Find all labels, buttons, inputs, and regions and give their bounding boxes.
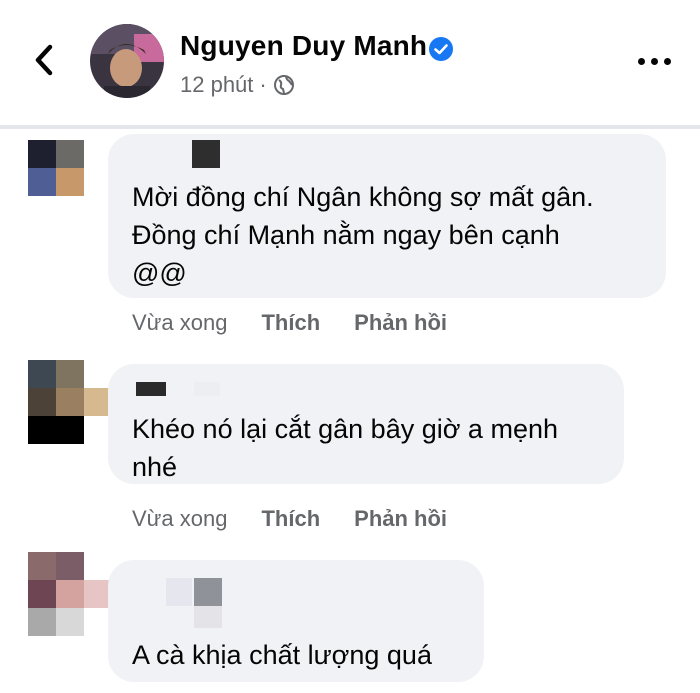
back-button[interactable] (28, 40, 60, 80)
comment-line: Đồng chí Mạnh nằm ngay bên cạnh (132, 220, 560, 250)
commenter-name-blurred-3c (194, 606, 222, 628)
verified-badge-icon (429, 37, 453, 61)
comment-line: Khéo nó lại cắt gân bây giờ a mẹnh (132, 414, 558, 444)
comment-time[interactable]: Vừa xong (132, 506, 227, 532)
comment-time[interactable]: Vừa xong (132, 310, 227, 336)
more-dot (664, 57, 671, 65)
comment-actions-1: Vừa xong Thích Phản hồi (132, 310, 447, 336)
commenter-avatar-1[interactable] (28, 140, 84, 196)
commenter-name-blurred-2b (194, 382, 220, 396)
comment-text-3: A cà khịa chất lượng quá (132, 636, 432, 674)
commenter-avatar-3[interactable] (28, 552, 112, 636)
more-dot (638, 57, 645, 65)
reply-button[interactable]: Phản hồi (354, 310, 447, 336)
author-avatar[interactable] (90, 24, 164, 98)
meta-separator: · (259, 72, 267, 97)
comment-text-1: Mời đồng chí Ngân không sợ mất gân. Đồng… (132, 178, 594, 292)
like-button[interactable]: Thích (261, 506, 320, 532)
author-name[interactable]: Nguyen Duy Manh (180, 30, 427, 62)
commenter-name-blurred-3b (194, 578, 222, 606)
header-divider (0, 125, 700, 129)
more-dot (651, 57, 658, 65)
commenter-avatar-2[interactable] (28, 360, 112, 444)
globe-icon[interactable] (273, 74, 295, 96)
comment-line: Mời đồng chí Ngân không sợ mất gân. (132, 182, 594, 212)
post-meta: 12 phút · (180, 72, 295, 98)
comment-line: @@ (132, 258, 187, 288)
commenter-name-blurred-3[interactable] (166, 578, 192, 606)
comment-actions-2: Vừa xong Thích Phản hồi (132, 506, 447, 532)
chevron-left-icon (35, 44, 53, 76)
comment-line: A cà khịa chất lượng quá (132, 640, 432, 670)
comment-line: nhé (132, 452, 178, 482)
reply-button[interactable]: Phản hồi (354, 506, 447, 532)
commenter-name-blurred-1[interactable] (192, 140, 220, 168)
more-options-button[interactable] (638, 56, 674, 66)
post-time[interactable]: 12 phút (180, 72, 253, 98)
post-header: Nguyen Duy Manh 12 phút · (0, 0, 700, 125)
comment-text-2: Khéo nó lại cắt gân bây giờ a mẹnh nhé (132, 410, 558, 486)
commenter-name-blurred-2[interactable] (136, 382, 166, 396)
like-button[interactable]: Thích (261, 310, 320, 336)
